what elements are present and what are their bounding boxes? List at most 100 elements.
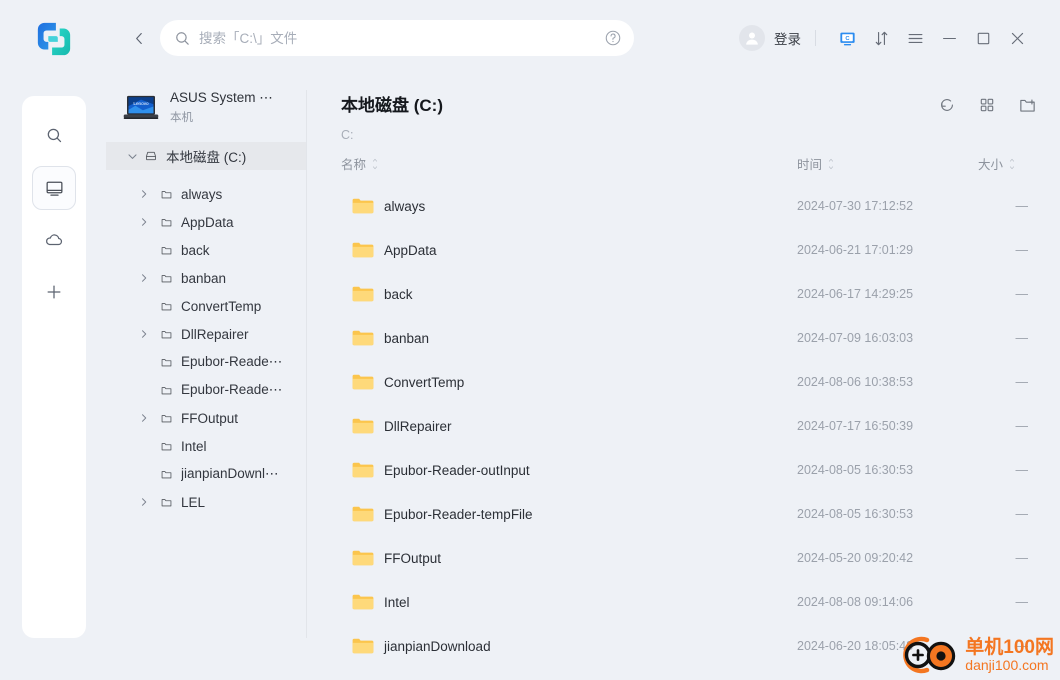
rail-cloud[interactable]: [38, 224, 70, 256]
laptop-thumbnail-icon: Lenovo: [122, 94, 160, 122]
folder-outline-icon: [158, 270, 174, 286]
left-icon-rail: [22, 96, 86, 638]
account-login-label: 登录: [774, 32, 801, 47]
column-header-size-label: 大小: [978, 158, 1004, 172]
chevron-right-icon[interactable]: [136, 326, 152, 342]
folder-outline-icon: [158, 214, 174, 230]
refresh-button[interactable]: [934, 92, 960, 118]
tree-item-label: FFOutput: [181, 410, 239, 426]
table-row[interactable]: FFOutput 2024-05-20 09:20:42 —: [330, 536, 1060, 580]
rail-search[interactable]: [38, 119, 70, 151]
sort-chevrons-icon: [371, 158, 379, 170]
tree-item-appdata[interactable]: AppData: [106, 208, 306, 236]
search-bar[interactable]: [160, 20, 634, 56]
file-time: 2024-05-20 09:20:42: [797, 551, 914, 565]
page-title: 本地磁盘 (C:): [341, 96, 443, 115]
tree-item-banban[interactable]: banban: [106, 264, 306, 292]
search-input[interactable]: [191, 23, 604, 53]
column-header-size[interactable]: 大小: [978, 154, 1016, 173]
device-name: ASUS System ⋯: [170, 90, 273, 105]
table-row[interactable]: back 2024-06-17 14:29:25 —: [330, 272, 1060, 316]
tree-item-label: LEL: [181, 494, 206, 510]
maximize-button[interactable]: [966, 23, 1000, 53]
window-controls: 登录 C: [739, 20, 1034, 56]
transfer-list-button[interactable]: [864, 23, 898, 53]
file-size: —: [1015, 463, 1029, 477]
table-row[interactable]: always 2024-07-30 17:12:52 —: [330, 184, 1060, 228]
table-row[interactable]: AppData 2024-06-21 17:01:29 —: [330, 228, 1060, 272]
rail-this-device[interactable]: [32, 166, 76, 210]
chevron-left-icon: [135, 32, 142, 44]
close-button[interactable]: [1000, 23, 1034, 53]
file-size: —: [1015, 419, 1029, 433]
tree-item-label: banban: [181, 270, 227, 286]
column-header-name[interactable]: 名称: [341, 154, 379, 173]
table-row[interactable]: Epubor-Reader-tempFile 2024-08-05 16:30:…: [330, 492, 1060, 536]
monitor-icon: [46, 181, 62, 196]
view-grid-button[interactable]: [974, 92, 1000, 118]
file-name: always: [384, 198, 426, 214]
file-name: back: [384, 286, 413, 302]
chevron-right-icon[interactable]: [136, 270, 152, 286]
table-row[interactable]: jianpianDownload 2024-06-20 18:05:48 —: [330, 624, 1060, 668]
column-header-time[interactable]: 时间: [797, 154, 835, 173]
column-header-time-label: 时间: [797, 158, 823, 172]
folder-outline-icon: [158, 326, 174, 342]
chevron-right-icon[interactable]: [136, 214, 152, 230]
minimize-icon: [942, 37, 956, 39]
search-icon: [174, 30, 191, 47]
tree-item-local-disk-c[interactable]: 本地磁盘 (C:): [106, 142, 306, 170]
sort-chevrons-icon: [827, 158, 835, 170]
file-time: 2024-06-20 18:05:48: [797, 639, 914, 653]
file-size: —: [1015, 595, 1029, 609]
table-row[interactable]: DllRepairer 2024-07-17 16:50:39 —: [330, 404, 1060, 448]
table-row[interactable]: Epubor-Reader-outInput 2024-08-05 16:30:…: [330, 448, 1060, 492]
chevron-down-icon[interactable]: [124, 148, 140, 164]
tree-item-jianpiandownload[interactable]: jianpianDownl⋯: [106, 460, 306, 488]
file-size: —: [1015, 287, 1029, 301]
tree-item-lel[interactable]: LEL: [106, 488, 306, 516]
tree-item-label: Epubor-Reade⋯: [181, 354, 283, 369]
device-entry[interactable]: Lenovo ASUS System ⋯ 本机: [122, 90, 273, 125]
main-toolbar: [934, 92, 1040, 118]
tree-item-epubor-reader-2[interactable]: Epubor-Reade⋯: [106, 376, 306, 404]
rail-add[interactable]: [38, 276, 70, 308]
tree-item-converttemp[interactable]: ConvertTemp: [106, 292, 306, 320]
menu-button[interactable]: [898, 23, 932, 53]
table-row[interactable]: banban 2024-07-09 16:03:03 —: [330, 316, 1060, 360]
chevron-right-icon[interactable]: [136, 494, 152, 510]
tree-item-always[interactable]: always: [106, 180, 306, 208]
minimize-button[interactable]: [932, 23, 966, 53]
new-folder-button[interactable]: [1014, 92, 1040, 118]
tree-item-back[interactable]: back: [106, 236, 306, 264]
tree-item-ffoutput[interactable]: FFOutput: [106, 404, 306, 432]
account-login-button[interactable]: 登录: [739, 25, 801, 51]
table-row[interactable]: Intel 2024-08-08 09:14:06 —: [330, 580, 1060, 624]
folder-outline-icon: [158, 494, 174, 510]
tree-item-label: ConvertTemp: [181, 298, 262, 314]
device-monitor-button[interactable]: C: [830, 23, 864, 53]
file-time: 2024-07-17 16:50:39: [797, 419, 914, 433]
table-row[interactable]: ConvertTemp 2024-08-06 10:38:53 —: [330, 360, 1060, 404]
file-time: 2024-07-30 17:12:52: [797, 199, 914, 213]
chevron-right-icon[interactable]: [136, 410, 152, 426]
file-name: DllRepairer: [384, 418, 452, 434]
chevron-right-icon[interactable]: [136, 186, 152, 202]
folder-icon: [352, 329, 374, 347]
file-time: 2024-08-08 09:14:06: [797, 595, 914, 609]
file-name: Intel: [384, 594, 410, 610]
file-size: —: [1015, 375, 1029, 389]
breadcrumb-path: C:: [341, 128, 354, 142]
file-time: 2024-07-09 16:03:03: [797, 331, 914, 345]
file-time: 2024-06-17 14:29:25: [797, 287, 914, 301]
tree-item-epubor-reader-1[interactable]: Epubor-Reade⋯: [106, 348, 306, 376]
tree-item-label: DllRepairer: [181, 326, 249, 342]
back-button[interactable]: [126, 25, 152, 51]
folder-icon: [352, 461, 374, 479]
toolbar-divider: [815, 30, 816, 46]
folder-icon: [352, 241, 374, 259]
tree-item-intel[interactable]: Intel: [106, 432, 306, 460]
help-circle-icon[interactable]: [604, 29, 622, 47]
tree-item-dllrepairer[interactable]: DllRepairer: [106, 320, 306, 348]
file-list[interactable]: always 2024-07-30 17:12:52 — AppData 202…: [330, 184, 1060, 680]
